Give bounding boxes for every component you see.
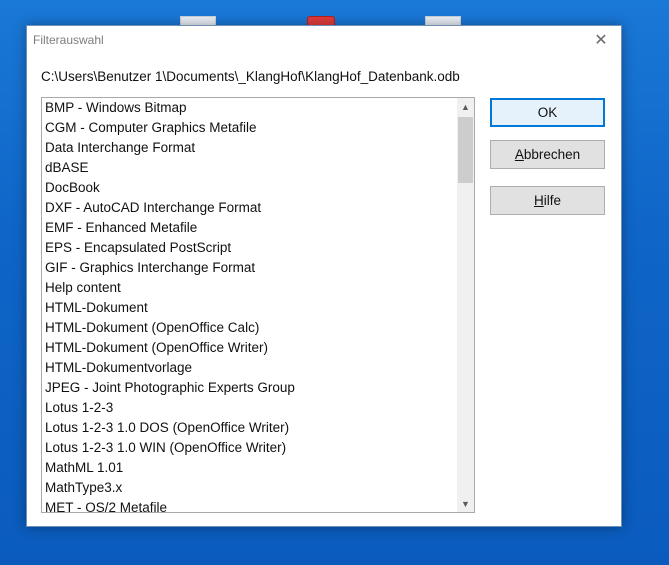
- list-item[interactable]: EMF - Enhanced Metafile: [42, 218, 456, 238]
- list-item[interactable]: HTML-Dokument (OpenOffice Writer): [42, 338, 456, 358]
- ok-button[interactable]: OK: [490, 98, 605, 127]
- cancel-button-label: bbrechen: [523, 147, 581, 162]
- filter-list-items: BMP - Windows Bitmap CGM - Computer Graph…: [42, 98, 456, 512]
- help-button-label: ilfe: [543, 193, 561, 208]
- list-item[interactable]: MathML 1.01: [42, 458, 456, 478]
- list-item[interactable]: dBASE: [42, 158, 456, 178]
- ok-button-label: OK: [537, 105, 558, 120]
- list-item[interactable]: Help content: [42, 278, 456, 298]
- list-item[interactable]: Lotus 1-2-3: [42, 398, 456, 418]
- list-item[interactable]: DXF - AutoCAD Interchange Format: [42, 198, 456, 218]
- scrollbar-thumb[interactable]: [458, 117, 473, 183]
- list-item[interactable]: MET - OS/2 Metafile: [42, 498, 456, 512]
- filter-selection-dialog: Filterauswahl ✕ C:\Users\Benutzer 1\Docu…: [26, 25, 622, 527]
- list-item[interactable]: CGM - Computer Graphics Metafile: [42, 118, 456, 138]
- filter-list[interactable]: BMP - Windows Bitmap CGM - Computer Graph…: [41, 97, 475, 513]
- cancel-button-mnemonic: A: [514, 147, 524, 162]
- list-item[interactable]: DocBook: [42, 178, 456, 198]
- list-item[interactable]: Lotus 1-2-3 1.0 WIN (OpenOffice Writer): [42, 438, 456, 458]
- help-button[interactable]: Hilfe: [490, 186, 605, 215]
- list-item[interactable]: BMP - Windows Bitmap: [42, 98, 456, 118]
- chevron-down-icon[interactable]: ▼: [457, 495, 474, 512]
- close-icon[interactable]: ✕: [589, 29, 613, 51]
- list-item[interactable]: GIF - Graphics Interchange Format: [42, 258, 456, 278]
- vertical-scrollbar[interactable]: ▲ ▼: [457, 98, 474, 512]
- chevron-up-icon[interactable]: ▲: [457, 98, 474, 115]
- title-bar: Filterauswahl ✕: [27, 26, 621, 53]
- cancel-button[interactable]: Abbrechen: [490, 140, 605, 169]
- file-path: C:\Users\Benutzer 1\Documents\_KlangHof\…: [41, 69, 460, 84]
- help-button-mnemonic: H: [533, 193, 544, 208]
- list-item[interactable]: HTML-Dokumentvorlage: [42, 358, 456, 378]
- list-item[interactable]: Lotus 1-2-3 1.0 DOS (OpenOffice Writer): [42, 418, 456, 438]
- list-item[interactable]: HTML-Dokument (OpenOffice Calc): [42, 318, 456, 338]
- list-item[interactable]: Data Interchange Format: [42, 138, 456, 158]
- list-item[interactable]: MathType3.x: [42, 478, 456, 498]
- list-item[interactable]: HTML-Dokument: [42, 298, 456, 318]
- list-item[interactable]: JPEG - Joint Photographic Experts Group: [42, 378, 456, 398]
- dialog-title: Filterauswahl: [33, 32, 104, 47]
- list-item[interactable]: EPS - Encapsulated PostScript: [42, 238, 456, 258]
